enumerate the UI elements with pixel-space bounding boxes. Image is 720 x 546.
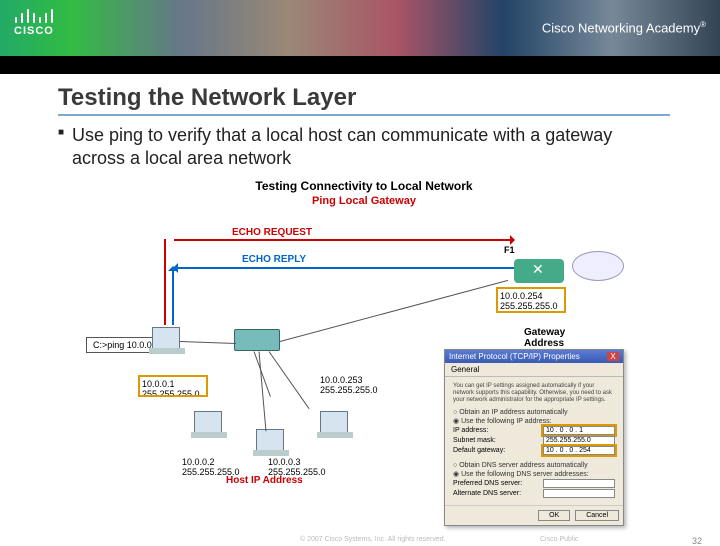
slide-bullet: Use ping to verify that a local host can… — [58, 124, 670, 169]
diagram-title: Testing Connectivity to Local Network — [104, 179, 624, 193]
host-ip-callout: Host IP Address — [226, 475, 303, 486]
close-icon[interactable]: X — [607, 352, 619, 361]
radio-manual-ip[interactable]: Use the following IP address: — [453, 417, 615, 425]
input-mask[interactable] — [543, 436, 615, 445]
radio-auto-dns[interactable]: Obtain DNS server address automatically — [453, 462, 615, 469]
lbl-gw: Default gateway: — [453, 447, 505, 454]
page-number: 32 — [692, 536, 702, 546]
blue-down-arrow — [172, 267, 174, 325]
tcpip-dialog: Internet Protocol (TCP/IP) Properties X … — [444, 349, 624, 526]
network-diagram: Testing Connectivity to Local Network Pi… — [104, 179, 624, 519]
host-pc-4 — [320, 411, 348, 433]
slide-content: Testing the Network Layer Use ping to ve… — [0, 74, 720, 519]
ok-button[interactable]: OK — [538, 510, 570, 521]
echo-reply-label: ECHO REPLY — [242, 254, 306, 265]
divider-strip — [0, 56, 720, 74]
host-ip-highlight — [138, 375, 208, 397]
host-pc-2 — [194, 411, 222, 433]
lbl-dns1: Preferred DNS server: — [453, 480, 522, 487]
dialog-body: You can get IP settings assigned automat… — [445, 377, 623, 505]
radio-auto-ip[interactable]: Obtain an IP address automatically — [453, 409, 615, 416]
switch-icon — [234, 329, 280, 351]
slide-title: Testing the Network Layer — [58, 84, 670, 116]
academy-label: Cisco Networking Academy® — [542, 20, 706, 35]
cancel-button[interactable]: Cancel — [575, 510, 619, 521]
brand-text: CISCO — [14, 26, 58, 37]
dialog-titlebar: Internet Protocol (TCP/IP) Properties X — [445, 350, 623, 363]
lbl-ip: IP address: — [453, 427, 488, 434]
input-ip[interactable] — [543, 426, 615, 435]
host4-label: 10.0.0.253255.255.255.0 — [320, 375, 378, 396]
echo-reply-arrow — [174, 267, 514, 269]
echo-request-arrow — [174, 239, 514, 241]
cisco-logo: CISCO — [14, 6, 58, 37]
wire — [269, 351, 310, 409]
host-pc-3 — [256, 429, 284, 451]
dialog-desc: You can get IP settings assigned automat… — [453, 383, 615, 405]
cloud-icon — [572, 251, 624, 281]
input-dns1[interactable] — [543, 479, 615, 488]
gateway-callout: GatewayAddress — [524, 327, 565, 349]
lbl-dns2: Alternate DNS server: — [453, 490, 521, 497]
wire — [180, 341, 236, 344]
diagram-subtitle: Ping Local Gateway — [104, 195, 624, 207]
header-banner: CISCO Cisco Networking Academy® — [0, 0, 720, 56]
input-dns2[interactable] — [543, 489, 615, 498]
dialog-tab-general[interactable]: General — [445, 363, 623, 377]
red-down-arrow — [164, 239, 166, 325]
radio-manual-dns[interactable]: Use the following DNS server addresses: — [453, 470, 615, 478]
router-icon — [514, 259, 564, 283]
lbl-mask: Subnet mask: — [453, 437, 496, 444]
dialog-buttons: OK Cancel — [445, 505, 623, 525]
gateway-highlight — [496, 287, 566, 313]
wire — [280, 280, 508, 342]
input-gw[interactable] — [543, 446, 615, 455]
host-pc-1 — [152, 327, 180, 349]
router-name: F1 — [504, 245, 515, 255]
echo-request-label: ECHO REQUEST — [232, 227, 312, 238]
wire — [259, 351, 267, 431]
dialog-title-text: Internet Protocol (TCP/IP) Properties — [449, 352, 580, 361]
